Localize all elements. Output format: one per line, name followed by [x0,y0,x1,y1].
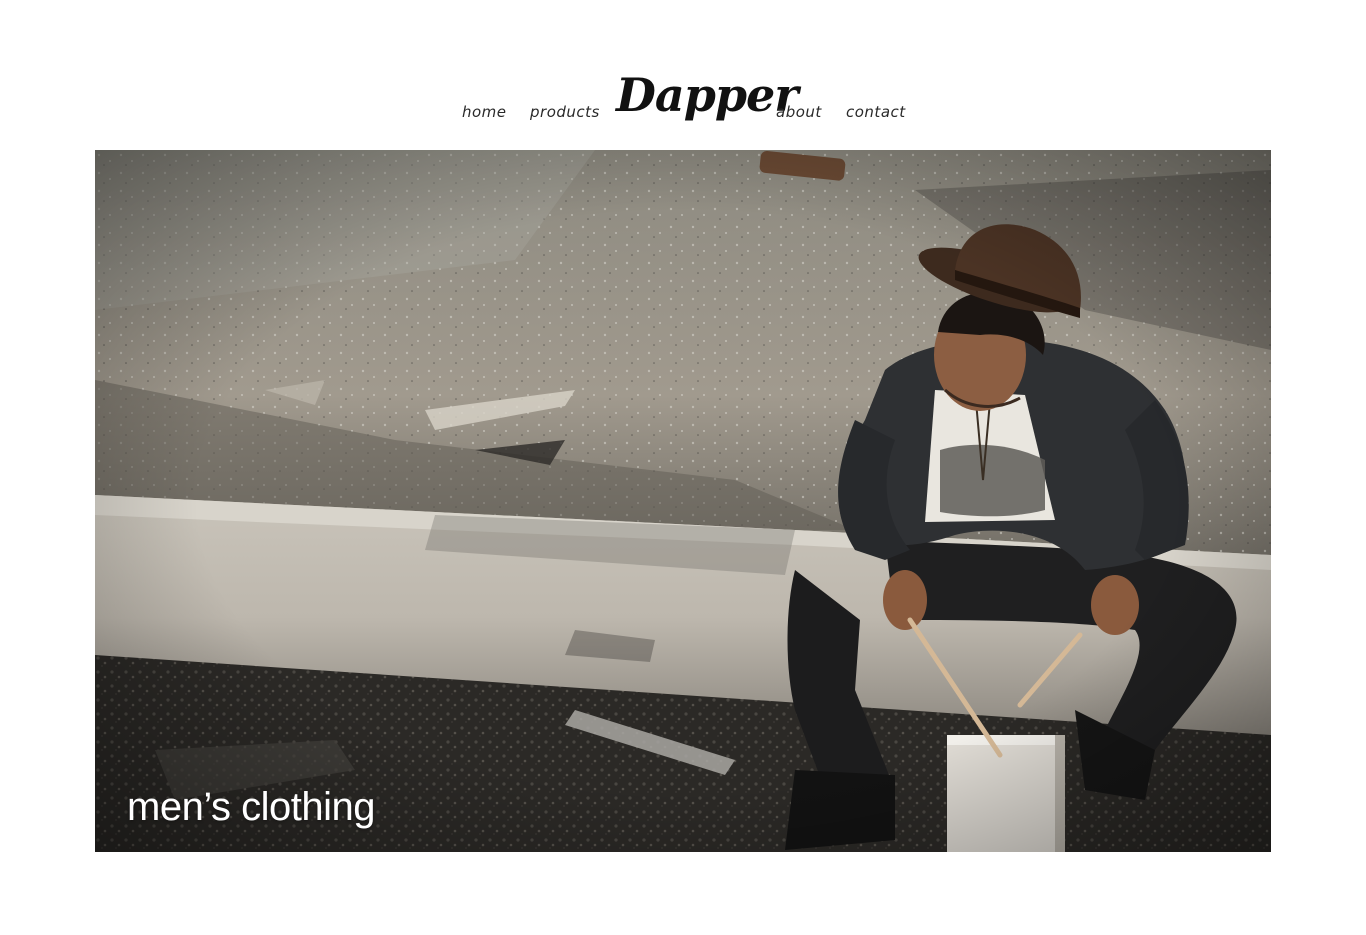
nav-item-home[interactable]: home [462,103,507,121]
hero-caption[interactable]: men’s clothing [127,785,375,830]
site-header: home products Dapper about contact [0,0,1366,150]
hero-image [95,150,1271,852]
brand-logo[interactable]: Dapper [616,72,799,118]
hero-banner[interactable]: men’s clothing [95,150,1271,852]
nav-item-about[interactable]: about [776,103,822,121]
nav-item-contact[interactable]: contact [846,103,906,121]
nav-item-products[interactable]: products [530,103,600,121]
